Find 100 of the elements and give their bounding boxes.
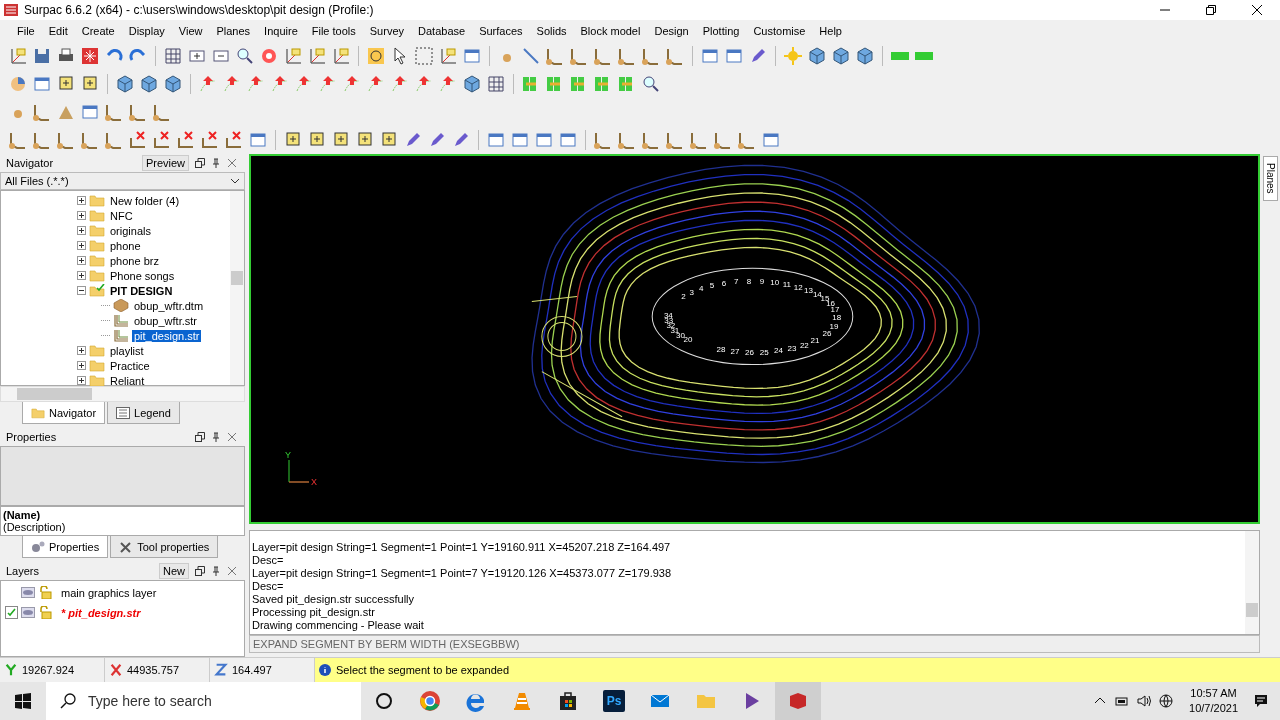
layer-name[interactable]: main graphics layer xyxy=(61,586,157,599)
restore-icon[interactable] xyxy=(1206,5,1216,15)
globe-icon[interactable] xyxy=(1159,694,1174,708)
polyline-icon[interactable] xyxy=(128,102,148,122)
menu-item[interactable]: File tools xyxy=(304,23,363,39)
tree-item[interactable]: Reliant xyxy=(108,374,147,387)
cube-icon[interactable] xyxy=(115,74,135,94)
burst-icon[interactable] xyxy=(80,46,100,66)
menu-item[interactable]: Solids xyxy=(529,23,574,39)
taskbar-search-field[interactable]: Type here to search xyxy=(46,682,361,720)
eye-icon[interactable] xyxy=(21,587,35,598)
window-icon[interactable] xyxy=(558,130,578,150)
window-icon[interactable] xyxy=(80,102,100,122)
window-icon[interactable] xyxy=(510,130,530,150)
menu-item[interactable]: File xyxy=(10,23,42,39)
line-icon[interactable] xyxy=(521,46,541,66)
tree-item[interactable]: pit_design.str xyxy=(132,329,202,342)
expand-icon[interactable] xyxy=(77,241,86,250)
preview-button[interactable]: Preview xyxy=(141,155,189,171)
cube-icon[interactable] xyxy=(831,46,851,66)
cross-icon[interactable] xyxy=(152,130,172,150)
expand-icon[interactable] xyxy=(77,376,86,385)
tree-item[interactable]: Phone songs xyxy=(108,269,177,282)
cross-icon[interactable] xyxy=(176,130,196,150)
polyline-icon[interactable] xyxy=(617,130,637,150)
window-icon[interactable] xyxy=(534,130,554,150)
notification-icon[interactable] xyxy=(1254,694,1268,708)
circle-icon[interactable] xyxy=(373,690,395,712)
cross-icon[interactable] xyxy=(200,130,220,150)
window-icon[interactable] xyxy=(32,74,52,94)
collapse-icon[interactable] xyxy=(77,286,86,295)
padlock-icon[interactable] xyxy=(38,586,52,599)
window-icon[interactable] xyxy=(761,130,781,150)
cube-icon[interactable] xyxy=(139,74,159,94)
expand-icon[interactable] xyxy=(77,211,86,220)
vertical-scrollbar[interactable] xyxy=(230,191,244,385)
shopping-bag-icon[interactable] xyxy=(557,690,579,712)
layer-name[interactable]: * pit_design.str xyxy=(61,606,141,619)
polyline-icon[interactable] xyxy=(593,46,613,66)
horizontal-scrollbar[interactable] xyxy=(0,386,245,402)
magnifier-icon[interactable] xyxy=(641,74,661,94)
axes-icon[interactable] xyxy=(8,46,28,66)
tree-item[interactable]: originals xyxy=(108,224,153,237)
cross-icon[interactable] xyxy=(224,130,244,150)
tree-item[interactable]: phone xyxy=(108,239,143,252)
polyline-icon[interactable] xyxy=(32,102,52,122)
menu-item[interactable]: Inquire xyxy=(257,23,305,39)
polyline-icon[interactable] xyxy=(80,130,100,150)
photo-editor-app-icon[interactable]: Ps xyxy=(603,690,625,712)
browser-icon[interactable] xyxy=(419,690,441,712)
float-icon[interactable] xyxy=(195,566,205,576)
axes-icon[interactable] xyxy=(283,46,303,66)
target-icon[interactable] xyxy=(259,46,279,66)
tree-item[interactable]: obup_wftr.str xyxy=(132,314,199,327)
pie-icon[interactable] xyxy=(8,74,28,94)
menu-item[interactable]: Block model xyxy=(573,23,648,39)
float-icon[interactable] xyxy=(195,158,205,168)
polyline-icon[interactable] xyxy=(569,46,589,66)
tree-item[interactable]: NFC xyxy=(108,209,135,222)
expand-icon[interactable] xyxy=(77,271,86,280)
polyline-icon[interactable] xyxy=(617,46,637,66)
window-icon[interactable] xyxy=(724,46,744,66)
padlock-icon[interactable] xyxy=(38,606,52,619)
window-icon[interactable] xyxy=(462,46,482,66)
polyline-icon[interactable] xyxy=(737,130,757,150)
speaker-icon[interactable] xyxy=(1137,694,1152,708)
panel-tab[interactable]: Navigator xyxy=(22,402,106,424)
cross-icon[interactable] xyxy=(128,130,148,150)
menu-item[interactable]: Surfaces xyxy=(472,23,530,39)
tree-item[interactable]: PIT DESIGN xyxy=(108,284,175,297)
polyline-icon[interactable] xyxy=(665,130,685,150)
axes-icon[interactable] xyxy=(438,46,458,66)
panel-tab[interactable]: Tool properties xyxy=(110,536,219,558)
expand-icon[interactable] xyxy=(77,346,86,355)
menu-item[interactable]: Database xyxy=(411,23,473,39)
compass-icon[interactable] xyxy=(366,46,386,66)
traffic-cone-icon[interactable] xyxy=(511,690,533,712)
float-icon[interactable] xyxy=(195,432,205,442)
polyline-icon[interactable] xyxy=(689,130,709,150)
expand-icon[interactable] xyxy=(77,226,86,235)
menu-item[interactable]: Design xyxy=(647,23,696,39)
polyline-icon[interactable] xyxy=(104,102,124,122)
pin-icon[interactable] xyxy=(211,566,221,576)
cube-icon[interactable] xyxy=(462,74,482,94)
app-icon[interactable] xyxy=(787,690,809,712)
menu-item[interactable]: Edit xyxy=(41,23,75,39)
expand-icon[interactable] xyxy=(77,256,86,265)
close-icon[interactable] xyxy=(1252,5,1262,15)
pin-icon[interactable] xyxy=(211,158,221,168)
menu-item[interactable]: Customise xyxy=(746,23,813,39)
polyline-icon[interactable] xyxy=(641,46,661,66)
menu-item[interactable]: Planes xyxy=(209,23,258,39)
clock[interactable]: 10:57 AM 10/7/2021 xyxy=(1189,686,1238,716)
windows-logo-icon[interactable] xyxy=(15,693,31,709)
pin-icon[interactable] xyxy=(211,432,221,442)
polyline-icon[interactable] xyxy=(593,130,613,150)
cube-icon[interactable] xyxy=(163,74,183,94)
polyline-icon[interactable] xyxy=(8,130,28,150)
polyline-icon[interactable] xyxy=(641,130,661,150)
panel-tab[interactable]: Properties xyxy=(22,536,109,558)
